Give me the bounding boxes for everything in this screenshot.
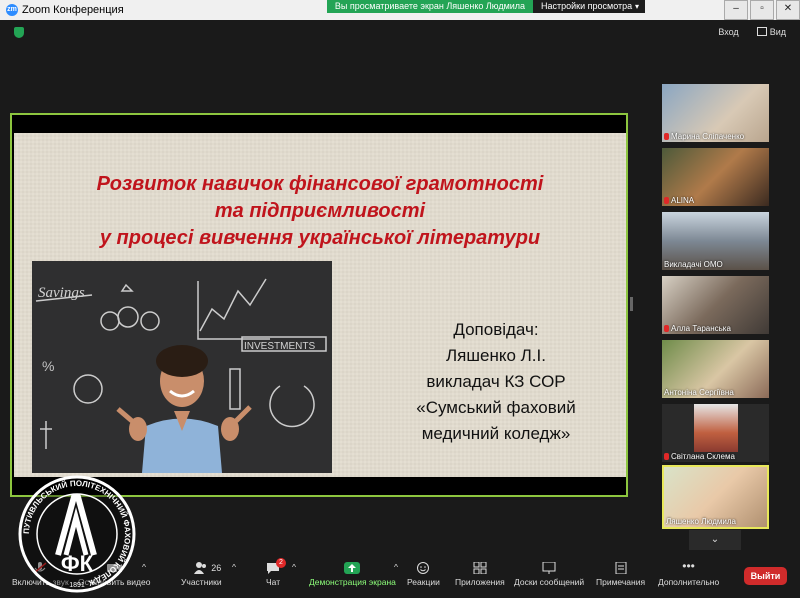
participants-icon: 26 [194,562,221,574]
view-options-label: Настройки просмотра [541,1,633,11]
restore-icon[interactable]: ▫ [750,0,774,20]
slide-title-line: у процесі вивчення української літератур… [99,227,541,249]
participant-name: Марина Сліпаченко [671,132,745,141]
video-options-caret[interactable]: ^ [142,562,146,572]
chevron-down-icon: ▾ [634,2,639,11]
minimize-icon[interactable]: – [724,0,748,20]
slide-title-line: та підприємливості [214,200,426,222]
participants-label: Участники [181,577,222,587]
chat-icon: 2 [266,558,286,574]
meeting-topbar [0,20,800,44]
college-logo-watermark: ПУТИВЛЬСЬКИЙ ПОЛІТЕХНІЧНИЙ ФАХОВИЙ КОЛЕД… [18,475,136,593]
participant-tile[interactable]: ALINA [662,148,769,206]
slide-photo: Savings INVESTMENTS % [32,261,332,473]
finance-photo-illustration: Savings INVESTMENTS % [32,261,332,473]
presentation-slide: Розвиток навичок фінансової грамотності … [14,133,626,477]
leave-button[interactable]: Выйти [744,567,787,585]
grid-icon [756,27,767,36]
gallery-scroll-down-button[interactable]: ⌄ [689,530,741,550]
participant-name: ALINA [671,196,695,205]
participant-name: Алла Таранська [671,324,731,333]
app-title: Zoom Конференция [22,4,124,16]
slide-title: Розвиток навичок фінансової грамотності … [14,171,626,252]
participant-name: Світлана Склема [671,452,735,461]
more-label: Дополнительно [658,577,720,587]
view-label: Вид [769,27,786,37]
participant-tile[interactable]: Світлана Склема [662,404,769,462]
participant-tile[interactable]: Алла Таранська [662,276,769,334]
speaker-info: Доповідач: Ляшенко Л.І. викладач КЗ СОР … [386,317,606,447]
speaker-line: «Сумський фаховий [416,398,576,417]
speaker-line: Ляшенко Л.І. [446,346,546,365]
chat-options-caret[interactable]: ^ [292,562,296,572]
share-screen-button[interactable]: Демонстрация экрана [309,562,396,587]
mic-muted-icon [664,133,669,140]
view-button[interactable]: Вид [756,27,786,37]
share-banner: Вы просматриваете экран Ляшенко Людмила [327,0,533,13]
participants-count: 26 [211,563,222,573]
mic-muted-icon [664,325,669,332]
zoom-icon: zm [6,4,18,16]
speaker-line: медичний коледж» [421,424,571,443]
apps-label: Приложения [455,577,505,587]
notes-icon [614,561,628,575]
share-screen-icon [344,562,361,574]
notes-button[interactable]: Примечания [596,561,646,587]
whiteboard-icon [542,561,556,574]
more-dots-icon: ••• [682,559,695,573]
chevron-down-icon: ⌄ [710,534,720,545]
speaker-line: Доповідач: [453,320,539,339]
college-seal-icon: ПУТИВЛЬСЬКИЙ ПОЛІТЕХНІЧНИЙ ФАХОВИЙ КОЛЕД… [18,475,136,593]
participants-button[interactable]: 26 Участники [181,562,222,587]
chat-button[interactable]: 2 Чат [266,558,286,587]
participant-name: Ляшенко Людмила [666,517,736,526]
close-icon[interactable]: ✕ [776,0,800,20]
mic-muted-icon [664,453,669,460]
shield-icon[interactable] [14,27,24,38]
more-button[interactable]: ••• Дополнительно [658,559,720,587]
participant-name: Викладачі ОМО [664,260,723,269]
svg-text:ФК: ФК [61,551,94,576]
participant-name: Антонiна Сергіївна [664,388,734,397]
share-options-caret[interactable]: ^ [394,562,398,572]
investments-label: INVESTMENTS [244,341,315,352]
participant-tile[interactable]: Марина Сліпаченко [662,84,769,142]
whiteboards-label: Доски сообщений [514,577,585,587]
share-screen-label: Демонстрация экрана [309,577,396,587]
reactions-label: Реакции [407,577,440,587]
speaker-line: викладач КЗ СОР [426,372,566,391]
chat-label: Чат [266,577,281,587]
split-handle[interactable] [630,297,633,311]
signin-button[interactable]: Вход [718,27,738,37]
participant-tile[interactable]: Викладачі ОМО [662,212,769,270]
view-options-button[interactable]: Настройки просмотра ▾ [533,0,645,13]
window-controls: – ▫ ✕ [722,0,800,20]
svg-text:1891: 1891 [69,582,85,589]
apps-icon [473,561,487,575]
participant-tile[interactable]: Антонiна Сергіївна [662,340,769,398]
whiteboards-button[interactable]: Доски сообщений [514,561,585,587]
participants-options-caret[interactable]: ^ [232,562,236,572]
svg-text:%: % [42,358,54,374]
chat-badge: 2 [276,558,286,568]
slide-title-line: Розвиток навичок фінансової грамотності [96,173,544,195]
reactions-button[interactable]: Реакции [407,562,440,587]
participant-tile-active-speaker[interactable]: Ляшенко Людмила [662,465,769,529]
apps-button[interactable]: Приложения [455,561,505,587]
shared-screen[interactable]: Розвиток навичок фінансової грамотності … [10,113,628,497]
topbar-right: Вход Вид [718,27,786,37]
notes-label: Примечания [596,577,646,587]
mic-muted-icon [664,197,669,204]
participant-video [694,404,738,452]
smiley-icon [416,562,430,574]
